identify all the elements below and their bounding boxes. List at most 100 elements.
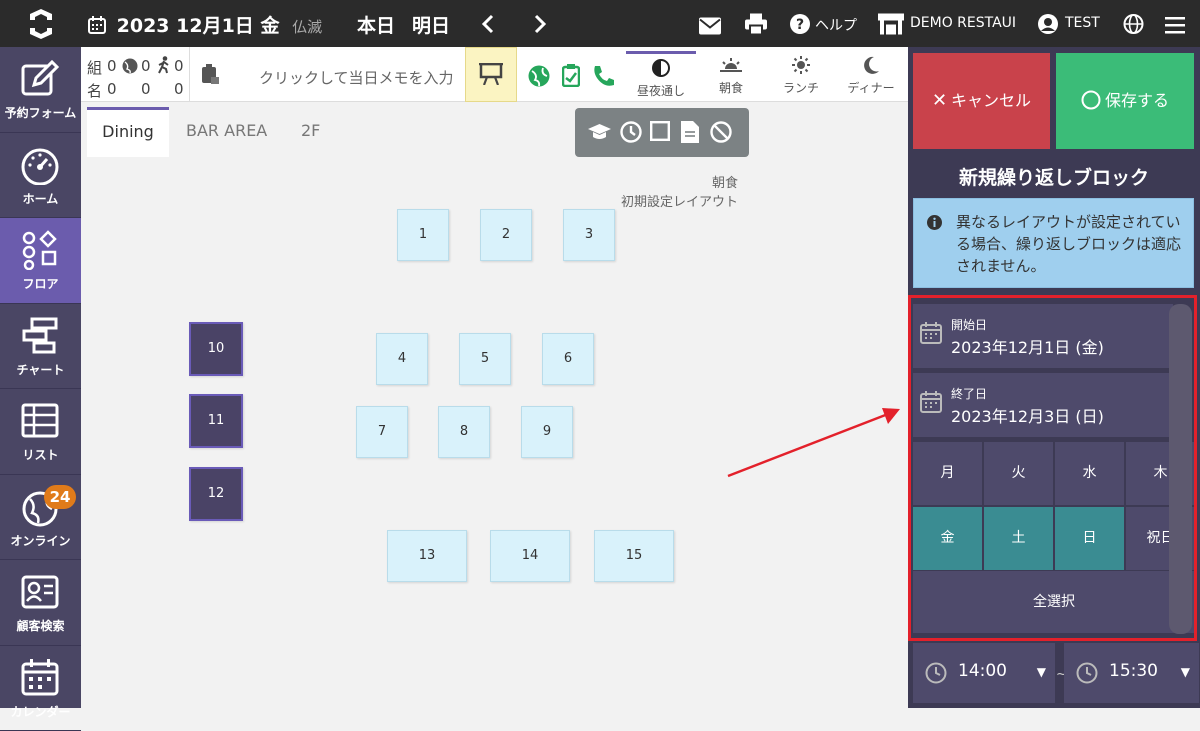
sidebar-item-chart[interactable]: チャート (0, 304, 81, 390)
segment-label: ディナー (836, 79, 906, 96)
table-5[interactable]: 5 (459, 333, 511, 385)
close-icon: ✕ (932, 90, 947, 111)
globe-icon[interactable] (1123, 13, 1144, 35)
sidebar-item-home[interactable]: ホーム (0, 133, 81, 219)
sidebar-item-label: リスト (0, 446, 81, 463)
sidebar-item-label: ホーム (0, 190, 81, 207)
online-count-badge: 24 (44, 485, 76, 509)
globe-green-icon[interactable] (528, 65, 550, 87)
sidebar-item-calendar[interactable]: カレンダー (0, 646, 81, 731)
time-from-value: 14:00 (958, 661, 1007, 681)
sidebar-item-reservation-form[interactable]: 予約フォーム (0, 47, 81, 133)
help-label[interactable]: ヘルプ (815, 15, 857, 35)
table-1[interactable]: 1 (397, 209, 449, 261)
next-day-icon[interactable] (533, 13, 547, 35)
top-bar: 2023 12月1日 金 仏滅 本日 明日 ? ヘルプ DEMO RESTAUI… (0, 0, 1200, 47)
document-icon[interactable] (681, 121, 699, 143)
clipboard-check-icon[interactable] (562, 64, 580, 87)
segment-dinner[interactable]: ディナー (836, 51, 906, 99)
gauge-icon (20, 145, 60, 185)
header-date: 12月1日 (176, 15, 254, 37)
presentation-icon (479, 63, 503, 85)
daily-memo-input[interactable]: クリックして当日メモを入力 (259, 67, 454, 88)
today-button[interactable]: 本日 (357, 11, 395, 38)
time-to-select[interactable]: 15:30 ▼ (1064, 643, 1199, 703)
user-name[interactable]: TEST (1065, 15, 1100, 31)
table-15[interactable]: 15 (594, 530, 674, 582)
header-year: 2023 (117, 15, 170, 37)
tab-bar-area[interactable]: BAR AREA (186, 107, 267, 157)
store-icon[interactable] (878, 13, 904, 35)
table-14[interactable]: 14 (490, 530, 570, 582)
layout-alert: 異なるレイアウトが設定されている場合、繰り返しブロックは適応されません。 (913, 198, 1194, 288)
calendar-icon (88, 16, 106, 34)
table-9[interactable]: 9 (521, 406, 573, 458)
header-rokuyo: 仏滅 (292, 18, 322, 36)
sidebar-item-label: チャート (0, 361, 81, 378)
clock-icon[interactable] (620, 121, 642, 143)
table-13[interactable]: 13 (387, 530, 467, 582)
save-button[interactable]: 保存する (1056, 53, 1194, 149)
sidebar-item-label: 顧客検索 (0, 617, 81, 634)
square-icon[interactable] (650, 121, 670, 141)
people-count-walkin: 0 (174, 80, 184, 98)
cancel-button[interactable]: ✕キャンセル (913, 53, 1050, 149)
tomorrow-button[interactable]: 明日 (412, 11, 450, 38)
people-count-total: 0 (107, 80, 117, 98)
segment-all-day[interactable]: 昼夜通し (626, 51, 696, 99)
info-icon (927, 215, 942, 230)
ban-icon[interactable] (710, 121, 732, 143)
id-card-icon (20, 572, 60, 612)
cancel-label: キャンセル (951, 91, 1031, 110)
sidebar-item-floor[interactable]: フロア (0, 218, 81, 304)
user-icon[interactable] (1038, 13, 1058, 35)
table-6[interactable]: 6 (542, 333, 594, 385)
table-3[interactable]: 3 (563, 209, 615, 261)
mail-icon[interactable] (699, 15, 721, 37)
table-4[interactable]: 4 (376, 333, 428, 385)
table-2[interactable]: 2 (480, 209, 532, 261)
tab-dining[interactable]: Dining (87, 107, 169, 157)
divider (189, 47, 190, 102)
floor-tools (575, 108, 749, 157)
list-icon (20, 401, 60, 441)
half-circle-icon (652, 59, 670, 77)
alert-message: 異なるレイアウトが設定されている場合、繰り返しブロックは適応されません。 (956, 211, 1184, 277)
sidebar-item-list[interactable]: リスト (0, 389, 81, 475)
table-11[interactable]: 11 (189, 394, 243, 448)
floor-view-button[interactable] (465, 47, 517, 102)
segment-lunch[interactable]: ランチ (766, 51, 836, 99)
time-to-value: 15:30 (1109, 661, 1158, 681)
sidebar-item-customer-search[interactable]: 顧客検索 (0, 560, 81, 646)
restaurant-name[interactable]: DEMO RESTAUI (910, 15, 1016, 31)
daily-summary-bar: 組 0 0 0 名 0 0 0 クリックして当日メモを入力 (81, 47, 465, 102)
menu-icon[interactable] (1165, 14, 1185, 36)
panel-title: 新規繰り返しブロック (908, 163, 1200, 190)
sidebar: 予約フォーム ホーム フロア チャート リスト 24 オンライン 顧客検索 カレ… (0, 47, 81, 708)
annotation-arrow (720, 400, 910, 482)
help-icon[interactable]: ? (790, 13, 810, 35)
table-7[interactable]: 7 (356, 406, 408, 458)
sidebar-item-label: 予約フォーム (0, 104, 81, 121)
table-12[interactable]: 12 (189, 467, 243, 521)
groups-count-online: 0 (141, 57, 151, 75)
tab-2f[interactable]: 2F (301, 107, 320, 157)
sidebar-item-online[interactable]: 24 オンライン (0, 475, 81, 561)
segment-label: 昼夜通し (626, 82, 696, 99)
moon-icon (863, 56, 879, 74)
phone-icon[interactable] (592, 65, 615, 87)
current-date[interactable]: 2023 12月1日 金 仏滅 (88, 11, 322, 38)
sidebar-item-label: フロア (0, 275, 81, 292)
segment-label: 朝食 (696, 79, 766, 96)
app-logo-icon[interactable] (24, 7, 58, 41)
prev-day-icon[interactable] (481, 13, 495, 35)
segment-breakfast[interactable]: 朝食 (696, 51, 766, 99)
table-10[interactable]: 10 (189, 322, 243, 376)
highlight-box (908, 295, 1197, 641)
graduation-cap-icon[interactable] (588, 123, 611, 141)
print-icon[interactable] (745, 13, 767, 35)
groups-count-total: 0 (107, 57, 117, 75)
time-from-select[interactable]: 14:00 ▼ (913, 643, 1055, 703)
table-8[interactable]: 8 (438, 406, 490, 458)
view-toolbar: 昼夜通し 朝食 ランチ ディナー (465, 47, 908, 102)
